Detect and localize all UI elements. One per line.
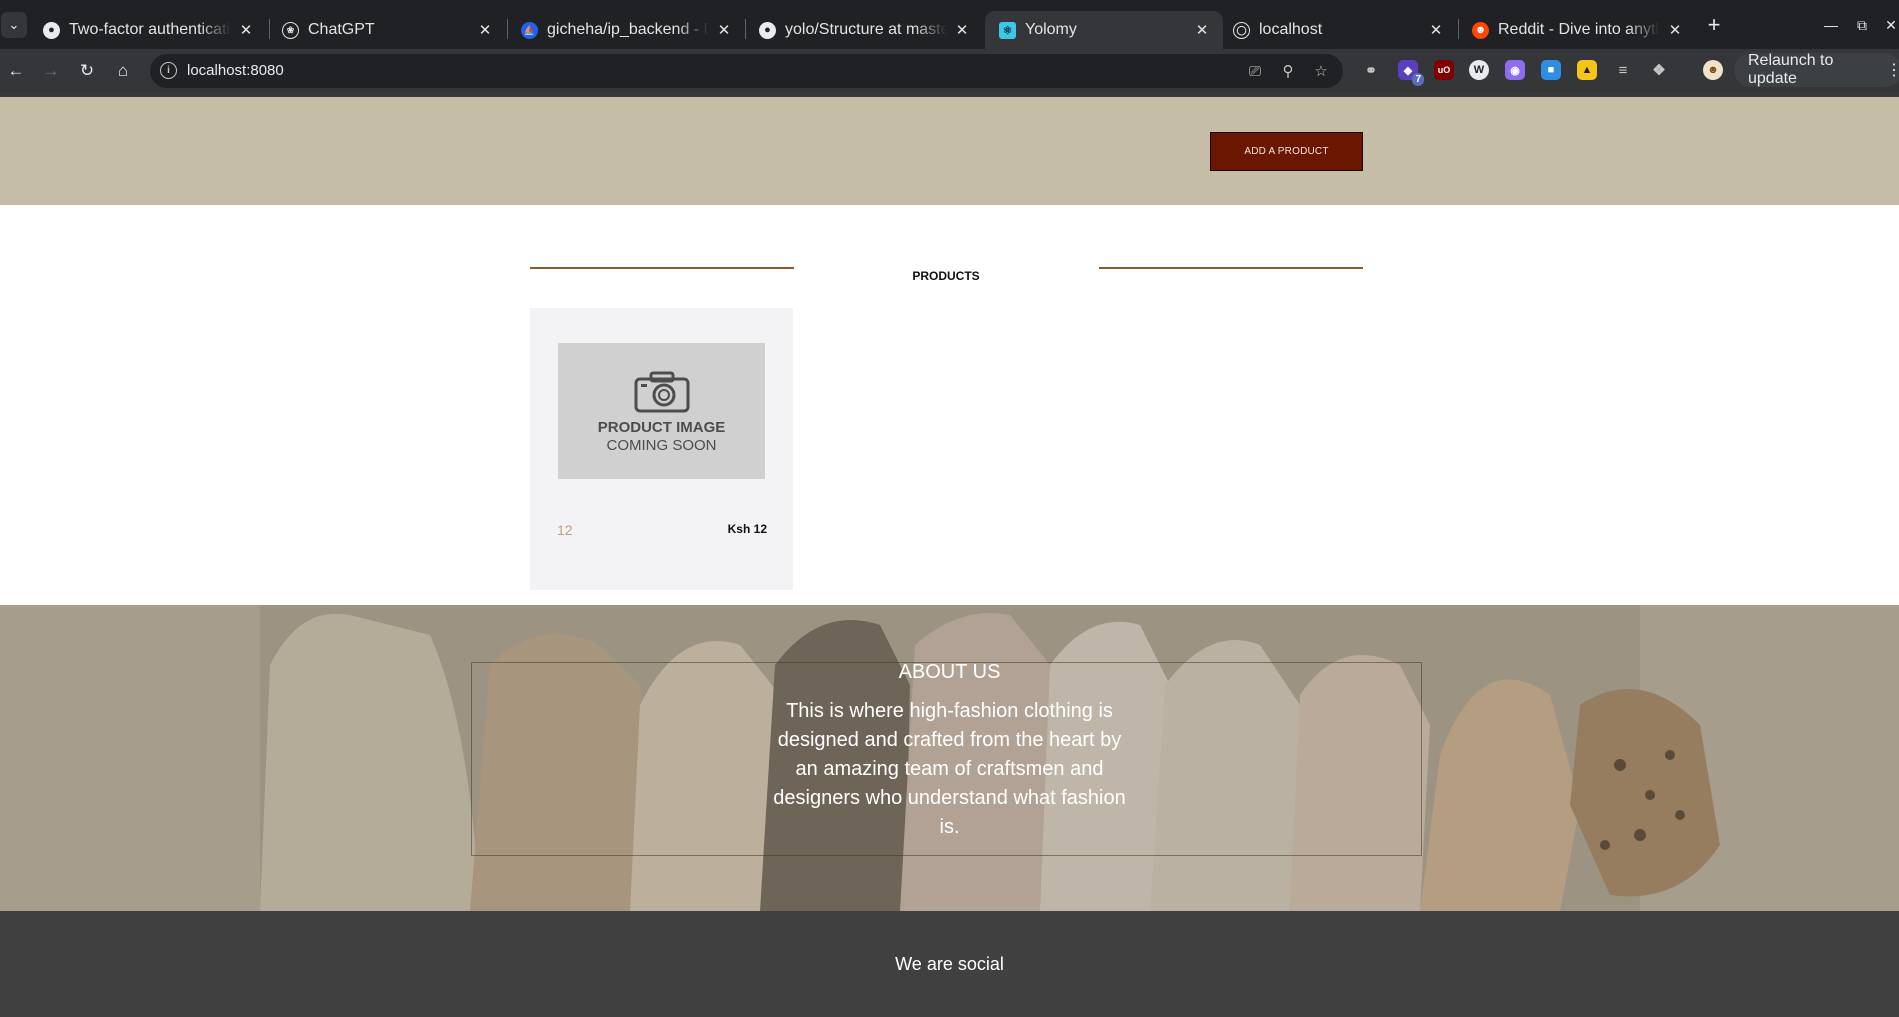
reddit-icon: ☻ bbox=[1472, 21, 1489, 39]
tab-title: localhost bbox=[1259, 21, 1323, 38]
product-card[interactable]: PRODUCT IMAGE COMING SOON 12 Ksh 12 bbox=[530, 308, 793, 590]
browser-toolbar: ← → ↻ ⌂ i localhost:8080 ⎚ ⚲ ☆ ⚭ ◆ 7 uO W… bbox=[0, 49, 1899, 92]
browser-tab-3[interactable]: ⛵ gicheha/ip_backend - Do ✕ bbox=[507, 11, 745, 49]
tab-title: Two-factor authenticatio bbox=[69, 21, 231, 38]
placeholder-text-line1: PRODUCT IMAGE bbox=[597, 419, 726, 436]
placeholder-text-line2: COMING SOON bbox=[606, 437, 717, 454]
header-banner: ADD A PRODUCT bbox=[0, 97, 1899, 205]
react-icon: ⚛ bbox=[999, 21, 1016, 39]
site-info-icon[interactable]: i bbox=[160, 62, 177, 79]
extension-glasses-icon[interactable]: ⚭ bbox=[1361, 60, 1381, 80]
profile-avatar-icon[interactable]: ☻ bbox=[1703, 60, 1723, 80]
product-price: Ksh 12 bbox=[727, 522, 767, 536]
close-icon[interactable]: ✕ bbox=[1193, 21, 1211, 39]
restore-window-button[interactable]: ⧉ bbox=[1848, 12, 1876, 38]
extension-yellow-icon[interactable]: ▲ bbox=[1577, 60, 1597, 80]
products-heading: PRODUCTS bbox=[912, 269, 980, 283]
close-icon[interactable]: ✕ bbox=[953, 21, 971, 39]
about-description: This is where high-fashion clothing is d… bbox=[773, 700, 1126, 838]
tab-title: Yolomy bbox=[1025, 21, 1077, 38]
close-icon[interactable]: ✕ bbox=[715, 21, 733, 39]
github-icon: ● bbox=[759, 21, 776, 39]
tab-title: ChatGPT bbox=[308, 21, 375, 38]
tab-search-button[interactable]: ⌄ bbox=[1, 12, 27, 38]
close-icon[interactable]: ✕ bbox=[237, 21, 255, 39]
openai-icon: ❀ bbox=[282, 21, 299, 39]
browser-tab-strip: ⌄ ● Two-factor authenticatio ✕ ❀ ChatGPT… bbox=[0, 0, 1899, 49]
extensions-puzzle-icon[interactable]: ❖ bbox=[1649, 60, 1669, 80]
home-button[interactable]: ⌂ bbox=[109, 57, 137, 85]
install-app-icon[interactable]: ⎚ bbox=[1246, 62, 1264, 80]
tab-title: yolo/Structure at master bbox=[785, 21, 947, 38]
forward-button[interactable]: → bbox=[37, 57, 65, 85]
social-title: We are social bbox=[895, 954, 1004, 974]
social-footer: We are social bbox=[0, 911, 1899, 1017]
browser-tab-6[interactable]: ◯ localhost ✕ bbox=[1219, 11, 1457, 49]
tab-title: gicheha/ip_backend - Do bbox=[547, 21, 709, 38]
close-icon[interactable]: ✕ bbox=[1427, 21, 1445, 39]
about-section: ABOUT US This is where high-fashion clot… bbox=[0, 605, 1899, 911]
extension-blue-icon[interactable]: ■ bbox=[1541, 60, 1561, 80]
product-image-placeholder: PRODUCT IMAGE COMING SOON bbox=[558, 343, 765, 479]
url-text: localhost:8080 bbox=[187, 62, 284, 79]
extension-purple-icon[interactable]: ◉ bbox=[1505, 60, 1525, 80]
browser-tab-2[interactable]: ❀ ChatGPT ✕ bbox=[268, 11, 506, 49]
bookmark-star-icon[interactable]: ☆ bbox=[1312, 62, 1330, 80]
more-menu-icon[interactable]: ⋮ bbox=[1886, 60, 1899, 80]
products-heading-rule-left bbox=[530, 267, 794, 269]
relaunch-label: Relaunch to update bbox=[1748, 52, 1834, 87]
products-heading-rule-right bbox=[1099, 267, 1363, 269]
docker-icon: ⛵ bbox=[521, 21, 538, 39]
add-product-button[interactable]: ADD A PRODUCT bbox=[1210, 132, 1363, 171]
zoom-icon[interactable]: ⚲ bbox=[1279, 62, 1297, 80]
github-icon: ● bbox=[43, 21, 60, 39]
back-button[interactable]: ← bbox=[2, 57, 30, 85]
extension-badge-icon[interactable]: ◆ 7 bbox=[1398, 60, 1424, 86]
close-icon[interactable]: ✕ bbox=[476, 21, 494, 39]
extension-w-icon[interactable]: W bbox=[1469, 60, 1489, 80]
reading-list-icon[interactable]: ≡ bbox=[1613, 60, 1633, 80]
minimize-window-button[interactable]: — bbox=[1817, 12, 1845, 38]
product-name: 12 bbox=[557, 522, 573, 538]
camera-icon bbox=[634, 371, 690, 413]
new-tab-button[interactable]: + bbox=[1701, 12, 1727, 38]
browser-tab-5-active[interactable]: ⚛ Yolomy ✕ bbox=[985, 11, 1223, 49]
close-window-button[interactable]: ✕ bbox=[1877, 12, 1899, 38]
browser-tab-4[interactable]: ● yolo/Structure at master ✕ bbox=[745, 11, 983, 49]
close-icon[interactable]: ✕ bbox=[1666, 21, 1684, 39]
browser-tab-1[interactable]: ● Two-factor authenticatio ✕ bbox=[29, 11, 267, 49]
browser-tab-7[interactable]: ☻ Reddit - Dive into anythi ✕ bbox=[1458, 11, 1696, 49]
ublock-icon[interactable]: uO bbox=[1434, 60, 1454, 80]
extension-badge-count: 7 bbox=[1412, 73, 1424, 86]
tab-title: Reddit - Dive into anythi bbox=[1498, 21, 1660, 38]
address-bar[interactable]: i localhost:8080 ⎚ ⚲ ☆ bbox=[150, 54, 1343, 88]
reload-button[interactable]: ↻ bbox=[73, 57, 101, 85]
globe-icon: ◯ bbox=[1233, 21, 1250, 39]
about-title: ABOUT US bbox=[898, 661, 1001, 683]
web-page: ADD A PRODUCT PRODUCTS PRODUCT IMAGE COM… bbox=[0, 97, 1899, 1017]
relaunch-to-update-button[interactable]: Relaunch to update ⋮ bbox=[1734, 52, 1899, 87]
